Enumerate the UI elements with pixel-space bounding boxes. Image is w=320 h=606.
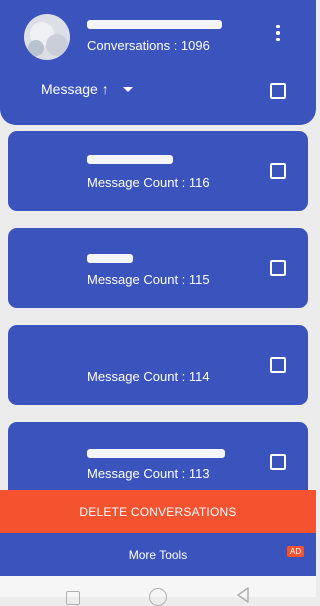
conversations-count: Conversations : 1096 (87, 38, 210, 53)
conversation-checkbox[interactable] (270, 260, 286, 276)
redacted-contact-name (87, 155, 173, 164)
ad-badge: AD (287, 546, 305, 557)
conversation-checkbox[interactable] (270, 163, 286, 179)
conversation-checkbox[interactable] (270, 357, 286, 373)
redacted-contact-name (87, 254, 133, 263)
system-navigation-bar (0, 576, 316, 606)
dropdown-caret-icon[interactable] (123, 87, 133, 92)
message-count: Message Count : 113 (87, 466, 210, 481)
conversation-card[interactable]: Message Count : 115 (8, 228, 308, 308)
app-header: Conversations : 1096 Message ↑ (0, 0, 316, 125)
message-count: Message Count : 116 (87, 175, 210, 190)
conversation-checkbox[interactable] (270, 454, 286, 470)
home-icon[interactable] (149, 588, 167, 606)
delete-conversations-button[interactable]: DELETE CONVERSATIONS (0, 490, 316, 533)
more-tools-button[interactable]: More Tools (0, 533, 316, 576)
recent-apps-icon[interactable] (66, 591, 80, 605)
back-icon[interactable] (236, 587, 250, 603)
more-vertical-icon[interactable] (268, 22, 288, 44)
sort-dropdown-label[interactable]: Message ↑ (41, 81, 109, 97)
message-count: Message Count : 114 (87, 369, 210, 384)
avatar[interactable] (24, 14, 70, 60)
redacted-contact-name (87, 449, 225, 458)
redacted-account-name (87, 20, 222, 29)
select-all-checkbox[interactable] (270, 83, 286, 99)
message-count: Message Count : 115 (87, 272, 210, 287)
conversation-card[interactable]: Message Count : 116 (8, 131, 308, 211)
conversation-card[interactable]: Message Count : 114 (8, 325, 308, 405)
